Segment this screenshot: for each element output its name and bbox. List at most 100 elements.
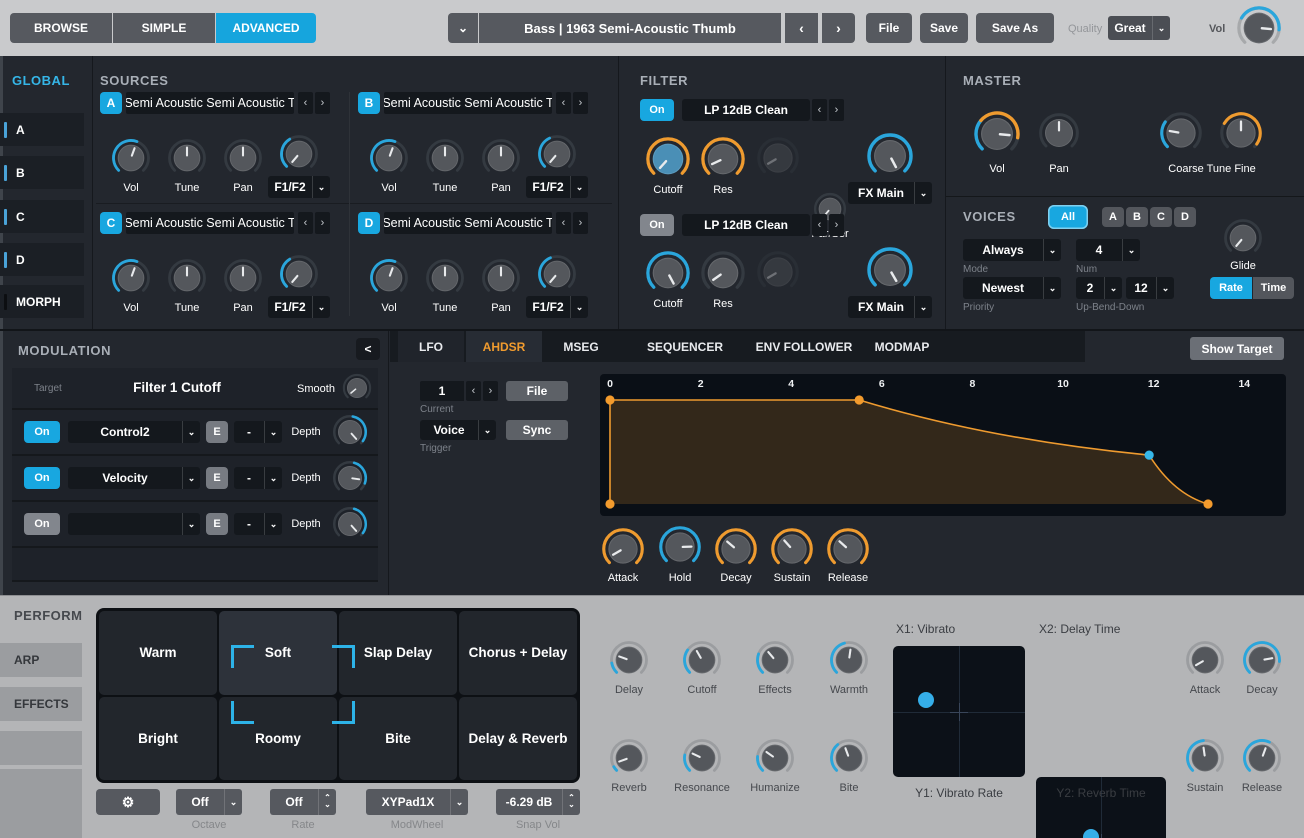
source-c-badge[interactable]: C [100,212,122,234]
filter1-output-select[interactable]: FX Main ⌄ [848,182,932,204]
source-b-filter-route-select[interactable]: F1/F2 ⌄ [526,176,588,198]
filter1-res-knob[interactable] [700,136,746,182]
sidebar-item-arp[interactable]: ARP [0,643,82,677]
pad-slap-delay[interactable]: Slap Delay [339,611,457,695]
next-sample-button[interactable]: › [315,212,330,234]
preset-prev-button[interactable]: ‹ [785,13,818,43]
source-c-tune-knob[interactable] [167,258,207,298]
file-button[interactable]: File [866,13,912,43]
source-b-badge[interactable]: B [358,92,380,114]
rate-stepper[interactable]: Off ⌃⌄ [270,789,336,815]
filter2-cutoff-knob[interactable] [645,250,691,296]
tab-env-follower[interactable]: ENV FOLLOWER [748,331,860,362]
macro-effects-knob[interactable] [755,640,795,680]
pad-delay-reverb[interactable]: Delay & Reverb [459,697,577,781]
macro-cutoff-knob[interactable] [682,640,722,680]
global-nav-title[interactable]: GLOBAL [12,73,70,88]
master-fine-knob[interactable] [1219,111,1263,155]
mod-row2-via-select[interactable]: - ⌄ [234,467,282,489]
source-c-filter-route-select[interactable]: F1/F2 ⌄ [268,296,330,318]
next-sample-button[interactable]: › [315,92,330,114]
sidebar-item-effects[interactable]: EFFECTS [0,687,82,721]
snapshot-position-corner[interactable] [231,645,254,668]
macro-bite-knob[interactable] [829,738,869,778]
source-a-pan-knob[interactable] [223,138,263,178]
sidebar-item-a[interactable]: A [0,113,84,146]
mod-row1-source-select[interactable]: Control2 ⌄ [68,421,200,443]
prev-envelope-button[interactable]: ‹ [466,381,481,401]
voices-priority-select[interactable]: Newest ⌄ [963,277,1061,299]
prev-filter-button[interactable]: ‹ [812,214,827,236]
preset-menu-button[interactable]: ⌄ [448,13,478,43]
mod-row1-on-button[interactable]: On [24,421,60,443]
pad-settings-button[interactable]: ⚙ [96,789,160,815]
show-target-button[interactable]: Show Target [1190,337,1284,360]
macro-warmth-knob[interactable] [829,640,869,680]
macro-resonance-knob[interactable] [682,738,722,778]
perform-sustain-knob[interactable] [1185,738,1225,778]
save-as-button[interactable]: Save As [976,13,1054,43]
mod-row2-source-select[interactable]: Velocity ⌄ [68,467,200,489]
tab-modmap[interactable]: MODMAP [862,331,942,362]
xy2-position-dot[interactable] [1083,829,1099,838]
tab-mseg[interactable]: MSEG [546,331,616,362]
master-vol-knob[interactable] [973,110,1021,158]
voices-group-c-button[interactable]: C [1150,207,1172,227]
voices-group-b-button[interactable]: B [1126,207,1148,227]
source-d-badge[interactable]: D [358,212,380,234]
filter2-output-select[interactable]: FX Main ⌄ [848,296,932,318]
voices-glide-rate-button[interactable]: Rate [1210,277,1252,299]
source-b-filter-blend-knob[interactable] [537,134,577,174]
sidebar-item-d[interactable]: D [0,243,84,276]
ahdsr-sustain-knob[interactable] [770,527,814,571]
tab-browse[interactable]: BROWSE [10,13,112,43]
envelope-point[interactable] [1145,451,1154,460]
ahdsr-file-button[interactable]: File [506,381,568,401]
next-sample-button[interactable]: › [573,92,588,114]
perform-release-knob[interactable] [1242,738,1282,778]
mod-row3-source-select[interactable]: ⌄ [68,513,200,535]
prev-sample-button[interactable]: ‹ [556,92,571,114]
filter1-cutoff-knob[interactable] [645,136,691,182]
sidebar-item-morph[interactable]: MORPH [0,285,84,318]
ahdsr-trigger-select[interactable]: Voice ⌄ [420,420,496,440]
envelope-point[interactable] [855,395,864,404]
source-d-filter-blend-knob[interactable] [537,254,577,294]
mod-row2-edit-button[interactable]: E [206,467,228,489]
tab-sequencer[interactable]: SEQUENCER [630,331,740,362]
voices-group-d-button[interactable]: D [1174,207,1196,227]
main-volume-knob[interactable] [1236,5,1282,51]
source-d-filter-route-select[interactable]: F1/F2 ⌄ [526,296,588,318]
filter1-drive-knob[interactable] [756,136,800,180]
macro-reverb-knob[interactable] [609,738,649,778]
mod-row3-on-button[interactable]: On [24,513,60,535]
source-d-vol-knob[interactable] [369,258,409,298]
tab-simple[interactable]: SIMPLE [113,13,215,43]
envelope-point[interactable] [1203,499,1212,508]
mod-row1-depth-knob[interactable] [332,414,368,450]
source-a-filter-blend-knob[interactable] [279,134,319,174]
master-coarse-knob[interactable] [1159,111,1203,155]
quality-select[interactable]: Great ⌄ [1108,16,1170,40]
source-a-tune-knob[interactable] [167,138,207,178]
octave-select[interactable]: Off ⌄ [176,789,242,815]
source-a-vol-knob[interactable] [111,138,151,178]
mod-row3-via-select[interactable]: - ⌄ [234,513,282,535]
snapshot-position-corner[interactable] [231,701,254,724]
voices-bend-up-select[interactable]: 2 ⌄ [1076,277,1122,299]
voices-bend-down-select[interactable]: 12 ⌄ [1126,277,1174,299]
mod-row3-depth-knob[interactable] [332,506,368,542]
voices-all-button[interactable]: All [1048,205,1088,229]
source-d-pan-knob[interactable] [481,258,521,298]
tab-ahdsr[interactable]: AHDSR [466,331,542,362]
snapshot-position-corner[interactable] [332,645,355,668]
preset-name-display[interactable]: Bass | 1963 Semi-Acoustic Thumb [479,13,781,43]
macro-delay-knob[interactable] [609,640,649,680]
envelope-point[interactable] [605,395,614,404]
sidebar-item-c[interactable]: C [0,200,84,233]
source-d-name[interactable]: Semi Acoustic Semi Acoustic T [384,212,552,234]
next-filter-button[interactable]: › [829,214,844,236]
filter2-output-knob[interactable] [866,246,914,294]
tab-advanced[interactable]: ADVANCED [216,13,316,43]
macro-humanize-knob[interactable] [755,738,795,778]
